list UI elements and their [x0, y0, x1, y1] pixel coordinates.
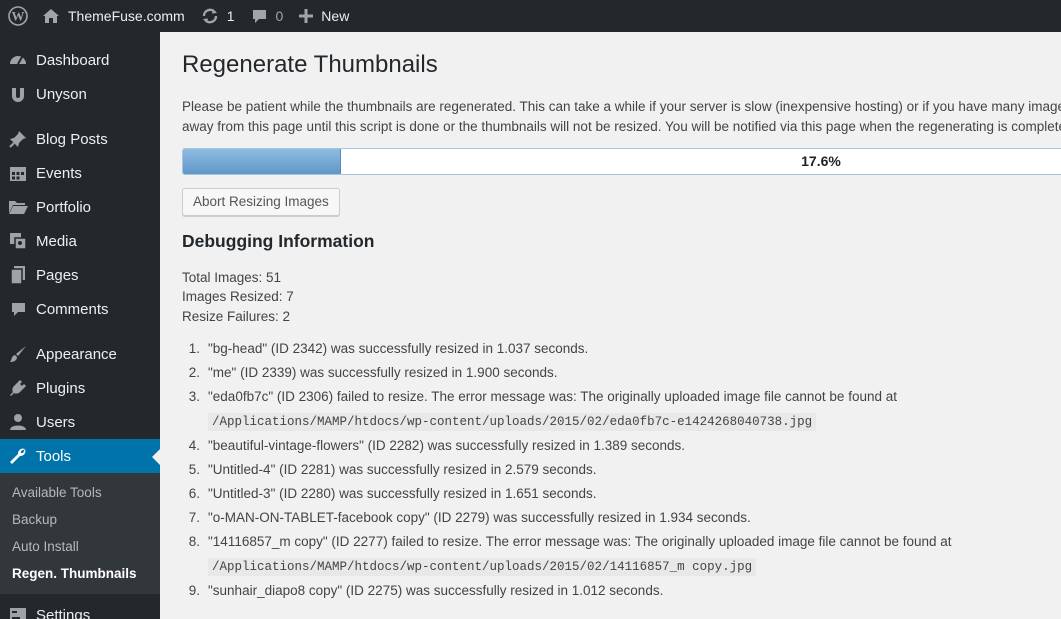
dashboard-icon — [8, 50, 28, 70]
abort-resizing-button[interactable]: Abort Resizing Images — [182, 188, 340, 216]
site-name-link[interactable]: ThemeFuse.comm — [36, 0, 193, 32]
wrench-icon — [8, 446, 28, 466]
settings-icon — [8, 605, 28, 619]
sidebar-item-label: Media — [36, 232, 77, 250]
sidebar-item-label: Settings — [36, 606, 91, 619]
images-resized: Images Resized: 7 — [182, 289, 294, 305]
sidebar-item-blog-posts[interactable]: Blog Posts — [0, 122, 160, 156]
updates-count: 1 — [226, 8, 235, 24]
folder-icon — [8, 197, 28, 217]
sidebar-item-portfolio[interactable]: Portfolio — [0, 190, 160, 224]
resize-log: 1. "bg-head" (ID 2342) was successfully r… — [182, 337, 1061, 603]
resize-failures: Resize Failures: 2 — [182, 308, 291, 324]
page-title: Regenerate Thumbnails — [182, 51, 438, 78]
svg-text:W: W — [12, 9, 25, 24]
updates-icon — [201, 7, 219, 25]
sidebar-item-label: Pages — [36, 266, 79, 284]
comments-link[interactable]: 0 — [243, 0, 292, 32]
site-name: ThemeFuse.comm — [68, 8, 185, 24]
sidebar-item-pages[interactable]: Pages — [0, 258, 160, 292]
sidebar-item-comments[interactable]: Comments — [0, 292, 160, 326]
sidebar-item-label: Events — [36, 164, 82, 182]
intro-text: Please be patient while the thumbnails a… — [182, 99, 1061, 134]
new-label: New — [321, 8, 350, 24]
list-item: 9. "sunhair_diapo8 copy" (ID 2275) was su… — [188, 583, 664, 598]
sidebar-item-users[interactable]: Users — [0, 405, 160, 439]
home-icon — [42, 8, 60, 24]
debug-title: Debugging Information — [182, 231, 375, 251]
sidebar-item-plugins[interactable]: Plugins — [0, 371, 160, 405]
tools-submenu: Available Tools Backup Auto Install Rege… — [0, 473, 160, 594]
submenu-item-auto-install[interactable]: Auto Install — [0, 533, 160, 560]
debug-stats: Total Images: 51 Images Resized: 7 Resiz… — [182, 268, 294, 326]
sidebar-item-label: Plugins — [36, 379, 86, 397]
progress-bar: 17.6% — [182, 148, 1061, 175]
list-item: 3. "eda0fb7c" (ID 2306) failed to resize.… — [188, 389, 897, 431]
sidebar-item-label: Dashboard — [36, 51, 110, 69]
user-icon — [8, 412, 28, 432]
sidebar-item-settings[interactable]: Settings — [0, 598, 160, 619]
submenu-item-available-tools[interactable]: Available Tools — [0, 479, 160, 506]
sidebar-item-events[interactable]: Events — [0, 156, 160, 190]
main-content: Regenerate Thumbnails Please be patient … — [160, 32, 1061, 619]
sidebar-item-dashboard[interactable]: Dashboard — [0, 43, 160, 77]
sidebar-item-label: Comments — [36, 300, 109, 318]
total-images: Total Images: 51 — [182, 270, 282, 285]
sidebar-item-media[interactable]: Media — [0, 224, 160, 258]
progress-percent: 17.6% — [801, 153, 841, 169]
wordpress-logo-icon[interactable]: W — [0, 0, 36, 32]
list-item: 2. "me" (ID 2339) was successfully resize… — [188, 365, 558, 380]
new-content-link[interactable]: New — [291, 0, 357, 32]
unyson-icon — [8, 84, 28, 104]
plug-icon — [8, 378, 28, 398]
admin-bar: W ThemeFuse.comm 1 0 New — [0, 0, 1061, 32]
list-item: 7. "o-MAN-ON-TABLET-facebook copy" (ID 22… — [188, 510, 751, 525]
list-item: 1. "bg-head" (ID 2342) was successfully r… — [188, 341, 589, 356]
brush-icon — [8, 344, 28, 364]
plus-icon — [299, 9, 314, 23]
comments-count: 0 — [275, 8, 284, 24]
sidebar-item-tools[interactable]: Tools — [0, 439, 160, 473]
list-item: 4. "beautiful-vintage-flowers" (ID 2282) … — [188, 438, 686, 453]
sidebar-item-label: Tools — [36, 447, 72, 465]
list-item: 8. "14116857_m copy" (ID 2277) failed to … — [188, 534, 952, 576]
sidebar-item-label: Appearance — [36, 345, 117, 363]
media-icon — [8, 231, 28, 251]
updates-link[interactable]: 1 — [193, 0, 243, 32]
file-path: /Applications/MAMP/htdocs/wp-content/upl… — [208, 558, 757, 576]
comment-icon — [8, 299, 28, 319]
submenu-item-regen-thumbnails[interactable]: Regen. Thumbnails — [0, 560, 160, 587]
sidebar-item-appearance[interactable]: Appearance — [0, 337, 160, 371]
sidebar-item-label: Blog Posts — [36, 130, 108, 148]
submenu-item-backup[interactable]: Backup — [0, 506, 160, 533]
sidebar-item-label: Unyson — [36, 85, 87, 103]
sidebar-item-label: Portfolio — [36, 198, 92, 216]
pin-icon — [8, 129, 28, 149]
file-path: /Applications/MAMP/htdocs/wp-content/upl… — [208, 413, 817, 431]
list-item: 6. "Untitled-3" (ID 2280) was successfull… — [188, 486, 597, 501]
calendar-icon — [8, 163, 28, 183]
sidebar-item-label: Users — [36, 413, 76, 431]
comment-bubble-icon — [251, 8, 268, 25]
sidebar-item-unyson[interactable]: Unyson — [0, 77, 160, 111]
admin-sidebar: Dashboard Unyson Blog Posts Events Portf… — [0, 32, 160, 619]
pages-icon — [8, 265, 28, 285]
list-item: 5. "Untitled-4" (ID 2281) was successfull… — [188, 462, 597, 477]
